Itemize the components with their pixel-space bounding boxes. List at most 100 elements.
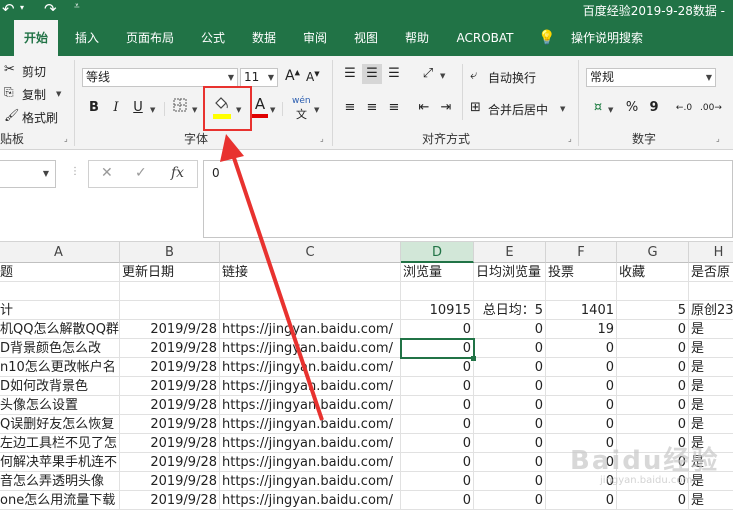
blank-row-cell[interactable] <box>120 282 220 301</box>
table-cell[interactable]: 0 <box>546 339 617 358</box>
orientation-icon[interactable]: ⤢ <box>418 64 438 84</box>
table-cell[interactable]: 2019/9/28 <box>120 453 220 472</box>
column-header-b[interactable]: B <box>120 242 220 263</box>
blank-row-cell[interactable] <box>689 282 733 301</box>
total-row-cell[interactable]: 1401 <box>546 301 617 320</box>
column-header-f[interactable]: F <box>546 242 617 263</box>
decrease-indent-icon[interactable]: ⇤ <box>414 98 434 118</box>
table-cell[interactable]: https://jingyan.baidu.com/ <box>220 415 401 434</box>
copy-dropdown-icon[interactable]: ▼ <box>56 90 61 98</box>
table-cell[interactable]: 是 <box>689 358 733 377</box>
currency-dropdown-icon[interactable]: ▼ <box>608 106 613 114</box>
table-cell[interactable]: 2019/9/28 <box>120 415 220 434</box>
table-cell[interactable]: 0 <box>617 491 689 510</box>
align-bottom-icon[interactable]: ☰ <box>384 64 404 84</box>
cut-button[interactable]: 剪切 <box>22 63 46 80</box>
table-cell[interactable]: 2019/9/28 <box>120 358 220 377</box>
table-cell[interactable]: 音怎么弄透明头像 <box>0 472 120 491</box>
chevron-down-icon[interactable]: ▼ <box>228 69 234 86</box>
format-painter-button[interactable]: 格式刷 <box>22 109 58 126</box>
header-row-cell[interactable]: 投票 <box>546 263 617 282</box>
border-icon[interactable] <box>170 98 190 118</box>
table-cell[interactable]: 2019/9/28 <box>120 339 220 358</box>
comma-style-button[interactable]: 9 <box>644 98 664 118</box>
header-row-cell[interactable]: 日均浏览量 <box>474 263 546 282</box>
blank-row-cell[interactable] <box>474 282 546 301</box>
table-cell[interactable]: 0 <box>474 320 546 339</box>
table-cell[interactable]: 2019/9/28 <box>120 491 220 510</box>
table-cell[interactable]: 是 <box>689 339 733 358</box>
header-row-cell[interactable]: 是否原 <box>689 263 733 282</box>
align-center-icon[interactable]: ≡ <box>362 98 382 118</box>
scissors-icon[interactable]: ✂ <box>4 62 15 77</box>
tab-home[interactable]: 开始 <box>14 20 58 56</box>
table-cell[interactable]: 机QQ怎么解散QQ群 <box>0 320 120 339</box>
blank-row-cell[interactable] <box>220 282 401 301</box>
tab-acrobat[interactable]: ACROBAT <box>450 20 520 56</box>
tab-help[interactable]: 帮助 <box>399 20 435 56</box>
table-cell[interactable]: https://jingyan.baidu.com/ <box>220 491 401 510</box>
table-cell[interactable]: 是 <box>689 377 733 396</box>
column-header-e[interactable]: E <box>474 242 546 263</box>
font-color-dropdown-icon[interactable]: ▼ <box>270 106 275 114</box>
tab-formulas[interactable]: 公式 <box>195 20 231 56</box>
table-cell[interactable]: 0 <box>474 415 546 434</box>
table-cell[interactable]: https://jingyan.baidu.com/ <box>220 396 401 415</box>
total-row-cell[interactable]: 原创23 <box>689 301 733 320</box>
total-row-cell[interactable]: 计 <box>0 301 120 320</box>
copy-button[interactable]: 复制 <box>22 86 46 103</box>
header-row-cell[interactable]: 收藏 <box>617 263 689 282</box>
copy-icon[interactable]: ⎘ <box>4 85 14 100</box>
undo-icon[interactable]: ↶ <box>2 0 15 18</box>
merge-center-button[interactable]: 合并后居中 <box>488 101 548 118</box>
tab-page-layout[interactable]: 页面布局 <box>120 20 180 56</box>
table-cell[interactable]: https://jingyan.baidu.com/ <box>220 377 401 396</box>
merge-center-icon[interactable]: ⊞ <box>470 100 481 115</box>
tab-data[interactable]: 数据 <box>246 20 282 56</box>
table-cell[interactable]: 左边工具栏不见了怎 <box>0 434 120 453</box>
table-cell[interactable]: https://jingyan.baidu.com/ <box>220 358 401 377</box>
table-cell[interactable]: 0 <box>474 339 546 358</box>
table-cell[interactable]: https://jingyan.baidu.com/ <box>220 434 401 453</box>
table-cell[interactable]: 0 <box>546 358 617 377</box>
chevron-down-icon[interactable]: ▼ <box>706 69 712 86</box>
italic-button[interactable]: I <box>106 98 126 118</box>
blank-row-cell[interactable] <box>401 282 474 301</box>
table-cell[interactable]: 0 <box>546 491 617 510</box>
total-row-cell[interactable]: 10915 <box>401 301 474 320</box>
total-row-cell[interactable] <box>220 301 401 320</box>
table-cell[interactable]: https://jingyan.baidu.com/ <box>220 320 401 339</box>
table-cell[interactable]: 何解决苹果手机连不 <box>0 453 120 472</box>
table-cell[interactable]: n10怎么更改帐户名 <box>0 358 120 377</box>
table-cell[interactable]: 0 <box>617 358 689 377</box>
lightbulb-icon[interactable]: 💡 <box>538 20 560 56</box>
tab-view[interactable]: 视图 <box>348 20 384 56</box>
column-header-a[interactable]: A <box>0 242 120 263</box>
increase-font-icon[interactable]: A▲ <box>285 68 300 84</box>
table-cell[interactable]: 头像怎么设置 <box>0 396 120 415</box>
tell-me-search[interactable]: 操作说明搜索 <box>562 20 652 56</box>
table-cell[interactable]: 0 <box>617 320 689 339</box>
table-cell[interactable]: 0 <box>474 491 546 510</box>
table-cell[interactable]: 0 <box>474 358 546 377</box>
table-cell[interactable]: 是 <box>689 415 733 434</box>
increase-decimal-icon[interactable]: ←.0 <box>674 98 694 118</box>
undo-dropdown-icon[interactable]: ▾ <box>20 3 24 12</box>
table-cell[interactable]: 0 <box>617 377 689 396</box>
table-cell[interactable]: 0 <box>401 434 474 453</box>
table-cell[interactable]: 0 <box>401 377 474 396</box>
column-header-g[interactable]: G <box>617 242 689 263</box>
header-row-cell[interactable]: 浏览量 <box>401 263 474 282</box>
table-cell[interactable]: 0 <box>401 491 474 510</box>
tab-insert[interactable]: 插入 <box>70 20 104 56</box>
table-cell[interactable]: 2019/9/28 <box>120 434 220 453</box>
table-cell[interactable]: D如何改背景色 <box>0 377 120 396</box>
align-right-icon[interactable]: ≡ <box>384 98 404 118</box>
decrease-font-icon[interactable]: A▼ <box>306 70 320 84</box>
wrap-text-button[interactable]: 自动换行 <box>488 69 536 86</box>
number-dialog-launcher-icon[interactable]: ⌟ <box>716 134 720 143</box>
table-cell[interactable]: 2019/9/28 <box>120 396 220 415</box>
table-cell[interactable]: 0 <box>474 453 546 472</box>
total-row-cell[interactable] <box>120 301 220 320</box>
table-cell[interactable]: 0 <box>401 453 474 472</box>
